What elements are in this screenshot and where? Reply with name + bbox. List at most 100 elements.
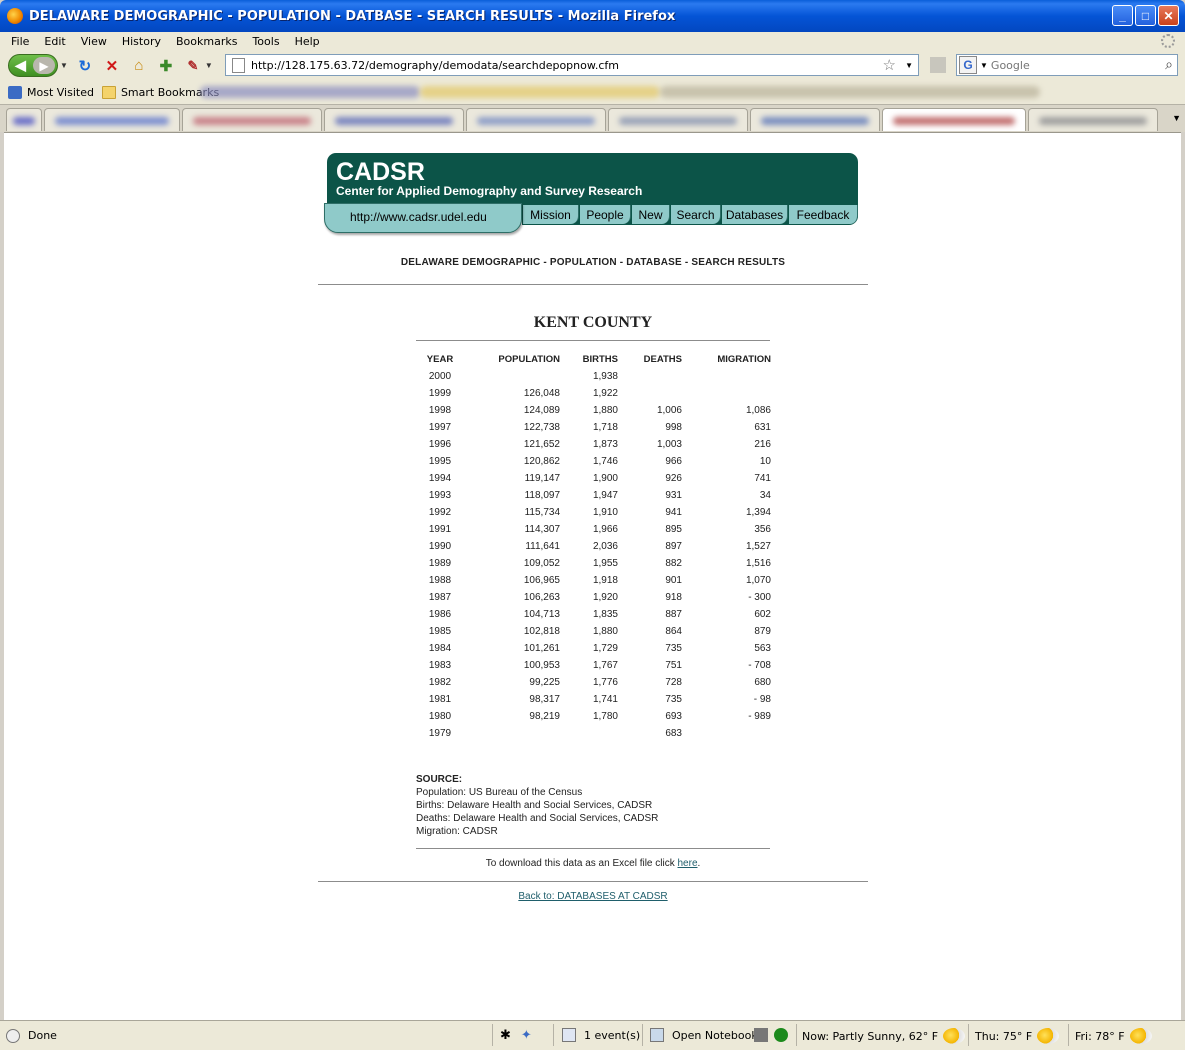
cell-deaths: 966 xyxy=(665,456,682,467)
cell-deaths: 864 xyxy=(665,626,682,637)
home-icon[interactable]: ⌂ xyxy=(129,56,149,76)
partly-sunny-icon xyxy=(943,1028,966,1044)
menu-tools[interactable]: Tools xyxy=(245,35,287,48)
sync-icon[interactable]: ✦ xyxy=(521,1028,532,1043)
tab[interactable] xyxy=(6,108,42,131)
feed-icon[interactable] xyxy=(930,57,946,73)
forward-button[interactable]: ▶ xyxy=(33,57,55,74)
tab[interactable] xyxy=(1028,108,1158,131)
cell-births: 1,918 xyxy=(592,575,618,586)
download-excel-link[interactable]: here xyxy=(677,858,697,869)
engine-dropdown-icon[interactable]: ▼ xyxy=(980,61,988,70)
weather-thu[interactable]: Thu: 75° F xyxy=(975,1028,1060,1044)
addon-dropdown-icon[interactable]: ▼ xyxy=(205,61,213,70)
cell-year: 1991 xyxy=(428,524,452,535)
download-note: To download this data as an Excel file c… xyxy=(416,858,770,869)
events-item[interactable]: 1 event(s) xyxy=(562,1028,640,1042)
cell-year: 2000 xyxy=(428,371,452,382)
cell-deaths: 735 xyxy=(665,694,682,705)
cell-year: 1982 xyxy=(428,677,452,688)
tab[interactable] xyxy=(466,108,606,131)
divider xyxy=(416,340,770,341)
divider xyxy=(553,1024,554,1046)
table-header-row: YEAR POPULATION BIRTHS DEATHS MIGRATION xyxy=(416,351,771,368)
tab[interactable] xyxy=(182,108,322,131)
cell-births: 1,746 xyxy=(592,456,618,467)
source-line: Population: US Bureau of the Census xyxy=(416,787,583,798)
search-icon[interactable]: ⌕ xyxy=(1165,56,1173,73)
menu-view[interactable]: View xyxy=(74,35,115,48)
window-titlebar: DELAWARE DEMOGRAPHIC - POPULATION - DATB… xyxy=(0,0,1185,32)
most-visited-icon xyxy=(8,85,22,99)
table-row: 1995 120,862 1,746 966 10 xyxy=(416,453,771,470)
back-link-row: Back to: DATABASES AT CADSR xyxy=(318,891,868,902)
weather-now[interactable]: Now: Partly Sunny, 62° F xyxy=(802,1028,966,1044)
weather-fri[interactable]: Fri: 78° F xyxy=(1075,1028,1152,1044)
bookmark-star-icon[interactable]: ☆ xyxy=(883,56,896,74)
search-bar[interactable]: G ▼ ⌕ xyxy=(956,54,1178,76)
download-suffix: . xyxy=(697,858,701,869)
window-title: DELAWARE DEMOGRAPHIC - POPULATION - DATB… xyxy=(29,8,676,24)
menu-help[interactable]: Help xyxy=(288,35,328,48)
nav-feedback[interactable]: Feedback xyxy=(789,205,858,224)
search-input[interactable] xyxy=(990,58,1151,72)
site-url-pill[interactable]: http://www.cadsr.udel.edu xyxy=(324,203,522,233)
nav-new[interactable]: New xyxy=(632,205,670,224)
nav-people[interactable]: People xyxy=(580,205,631,224)
cell-migration: 563 xyxy=(754,643,771,654)
weather-fri-text: Fri: 78° F xyxy=(1075,1029,1125,1043)
menu-file[interactable]: File xyxy=(4,35,37,48)
bookmark-most-visited[interactable]: Most Visited xyxy=(8,85,94,99)
tab[interactable] xyxy=(44,108,180,131)
url-dropdown-icon[interactable]: ▼ xyxy=(905,61,913,70)
cell-births: 1,729 xyxy=(592,643,618,654)
tab[interactable] xyxy=(750,108,880,131)
history-dropdown-icon[interactable]: ▼ xyxy=(60,61,68,70)
script-block-icon[interactable]: ✎ xyxy=(183,56,203,76)
cell-year: 1988 xyxy=(428,575,452,586)
cell-year: 1986 xyxy=(428,609,452,620)
google-engine-icon[interactable]: G xyxy=(959,56,977,74)
table-row: 1993 118,097 1,947 931 34 xyxy=(416,487,771,504)
tab-active[interactable] xyxy=(882,108,1026,131)
menu-history[interactable]: History xyxy=(115,35,169,48)
column-header-year: YEAR xyxy=(426,354,454,365)
cell-births: 1,718 xyxy=(592,422,618,433)
menu-edit[interactable]: Edit xyxy=(37,35,73,48)
cell-births: 1,910 xyxy=(592,507,618,518)
stop-icon[interactable]: ✕ xyxy=(102,56,122,76)
bug-icon[interactable]: ✱ xyxy=(500,1028,511,1043)
nav-databases[interactable]: Databases xyxy=(722,205,788,224)
nav-mission[interactable]: Mission xyxy=(523,205,579,224)
cell-year: 1979 xyxy=(428,728,452,739)
obscured-bookmarks xyxy=(660,86,1040,98)
tab-list-icon[interactable]: ▼ xyxy=(1172,113,1181,123)
address-url[interactable]: http://128.175.63.72/demography/demodata… xyxy=(251,59,619,72)
resize-icon[interactable] xyxy=(754,1028,768,1042)
menu-bar: File Edit View History Bookmarks Tools H… xyxy=(0,32,1185,51)
cell-migration: 602 xyxy=(754,609,771,620)
nav-search[interactable]: Search xyxy=(671,205,721,224)
cell-migration xyxy=(682,725,771,742)
tab[interactable] xyxy=(608,108,748,131)
status-green-icon[interactable] xyxy=(774,1028,788,1042)
addon-icon[interactable]: ✚ xyxy=(156,56,176,76)
back-to-databases-link[interactable]: Back to: DATABASES AT CADSR xyxy=(518,891,667,902)
minimize-button[interactable]: _ xyxy=(1112,5,1133,26)
address-bar[interactable]: http://128.175.63.72/demography/demodata… xyxy=(225,54,919,76)
cell-year: 1990 xyxy=(428,541,452,552)
cadsr-banner: CADSR Center for Applied Demography and … xyxy=(324,153,859,233)
tab[interactable] xyxy=(324,108,464,131)
divider xyxy=(968,1024,969,1046)
back-button[interactable]: ◀ xyxy=(9,55,32,76)
notebook-item[interactable]: Open Notebook xyxy=(650,1028,758,1042)
table-row: 1979 683 xyxy=(416,725,771,742)
table-row: 1991 114,307 1,966 895 356 xyxy=(416,521,771,538)
cell-population: 121,652 xyxy=(523,439,560,450)
close-button[interactable]: ✕ xyxy=(1158,5,1179,26)
menu-bookmarks[interactable]: Bookmarks xyxy=(169,35,245,48)
table-row: 1990 111,641 2,036 897 1,527 xyxy=(416,538,771,555)
maximize-button[interactable]: □ xyxy=(1135,5,1156,26)
reload-icon[interactable]: ↻ xyxy=(75,56,95,76)
cell-births: 2,036 xyxy=(592,541,618,552)
